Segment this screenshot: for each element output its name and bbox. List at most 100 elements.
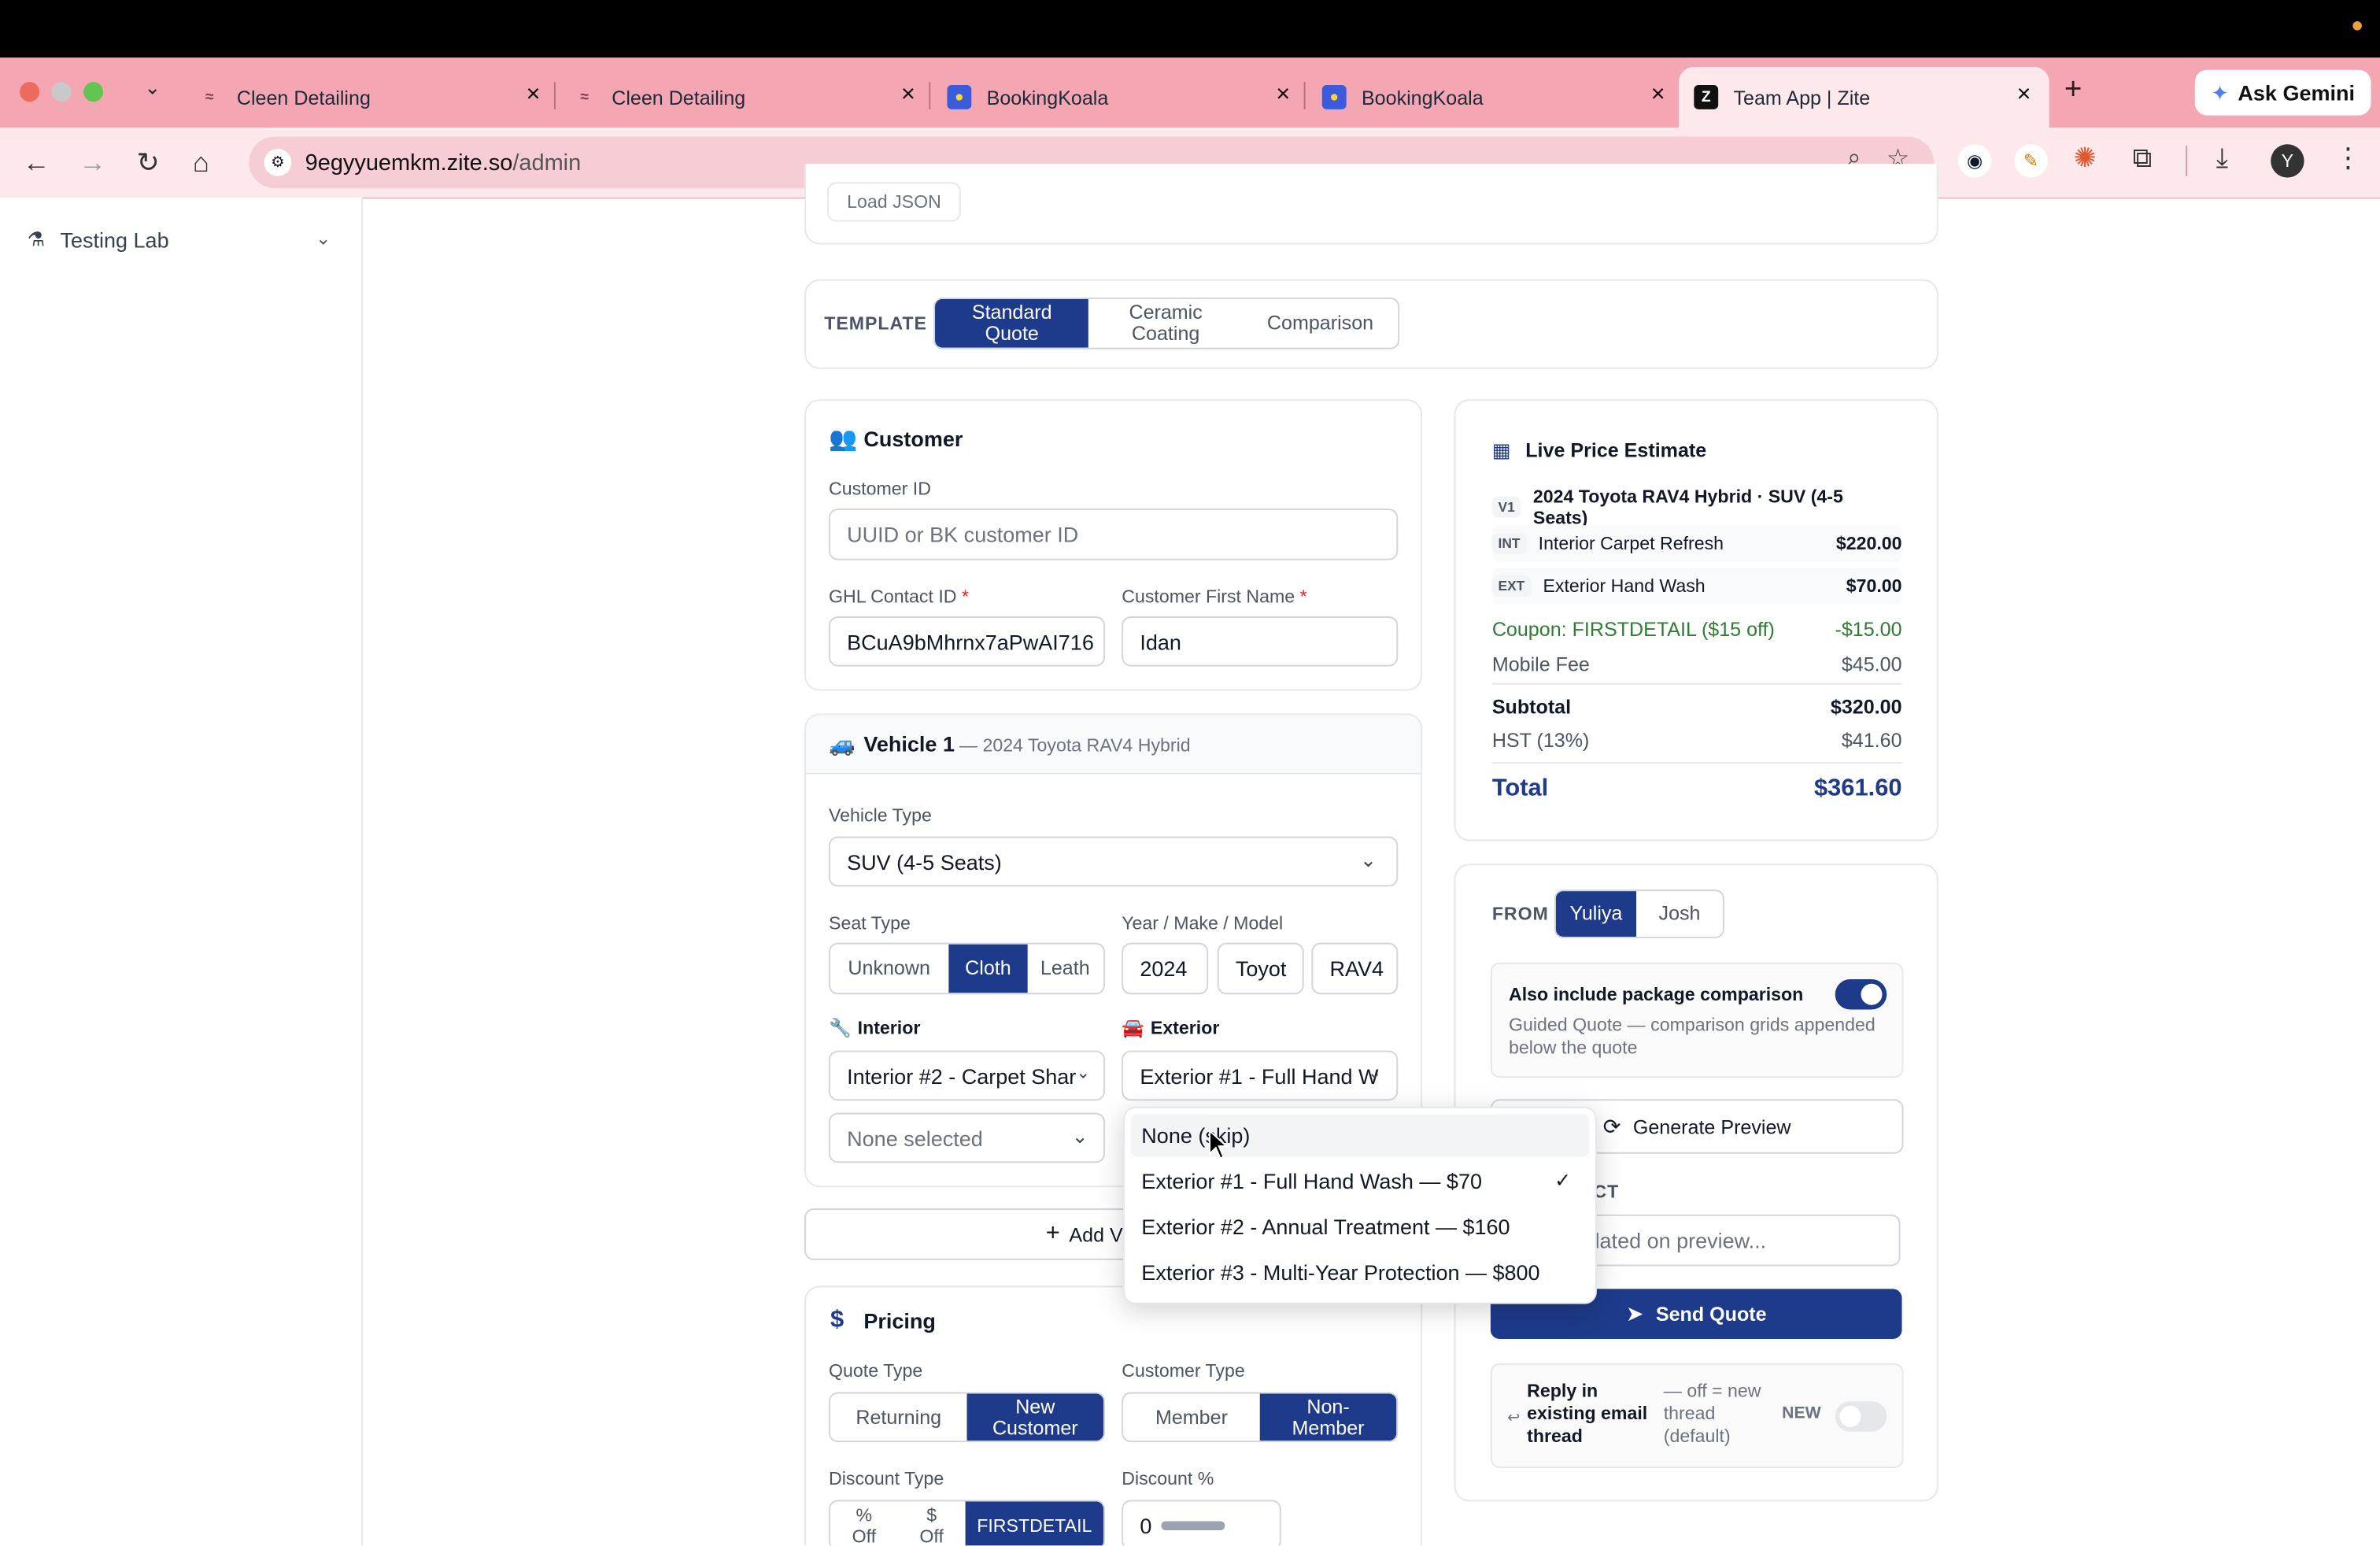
download-icon[interactable]: ⤓ [2216,142,2228,175]
forward-icon[interactable]: → [79,146,106,179]
tax-value: $41.60 [1841,728,1902,752]
option-label: None (skip) [1141,1123,1251,1148]
customer-type-selector: Member Non- Member [1122,1392,1399,1443]
subtotal-label: Subtotal [1491,695,1572,719]
site-info-icon[interactable]: ⚙ [264,149,292,176]
template-option-comparison[interactable]: Comparison [1243,299,1398,348]
comparison-description: Guided Quote — comparison grids appended… [1509,1014,1876,1059]
tax-row: HST (13%) $41.60 [1492,729,1902,752]
extension-pen-icon[interactable]: ✎ [2014,144,2048,178]
cleen-favicon-icon: ≈ [197,85,222,109]
browser-tab-4[interactable]: ● BookingKoala × [1321,67,1665,128]
seat-option-unknown[interactable]: Unknown [830,945,948,993]
discount-type-selector: % Off $ Off FIRSTDETAIL [829,1500,1106,1546]
toggle-knob [1861,983,1883,1005]
estimate-line-item: INT Interior Carpet Refresh $220.00 [1491,525,1902,562]
url-host: 9egyyuemkm.zite.so [305,149,513,176]
new-tab-icon[interactable]: + [2064,73,2082,108]
browser-tab-3[interactable]: ● BookingKoala × [947,67,1290,128]
discount-type-dollar[interactable]: $ Off [898,1501,966,1545]
close-tab-icon[interactable]: × [1276,82,1290,109]
minimize-window-icon[interactable] [51,82,72,102]
browser-tab-1[interactable]: ≈ Cleen Detailing × [197,67,541,128]
exterior-option-none[interactable]: None (skip) [1130,1114,1590,1157]
line-item-price: $70.00 [1846,575,1902,597]
vehicle-subtitle: — 2024 Toyota RAV4 Hybrid [959,734,1191,756]
vehicle-type-select[interactable]: SUV (4-5 Seats) [829,836,1399,887]
quote-type-returning[interactable]: Returning [830,1393,967,1441]
users-icon: 👥 [829,426,858,453]
interior-addon-select[interactable]: None selected [829,1112,1106,1163]
year-input[interactable]: 2024 [1122,942,1209,995]
reload-icon[interactable]: ↻ [137,146,160,179]
quote-type-selector: Returning New Customer [829,1392,1106,1443]
check-icon: ✓ [1554,1169,1572,1192]
seat-option-cloth[interactable]: Cloth [948,944,1029,993]
profile-avatar[interactable]: Y [2271,144,2304,178]
interior-value: Interior #2 - Carpet Shar [847,1063,1077,1088]
comparison-toggle[interactable] [1835,978,1887,1010]
discount-percent-label: Discount % [1122,1467,1214,1489]
option-label: Exterior #1 - Full Hand Wash — $70 [1141,1169,1483,1193]
option-label: Exterior #3 - Multi-Year Protection — $8… [1141,1259,1540,1285]
first-name-input[interactable]: Idan [1122,616,1399,667]
discount-type-coupon[interactable]: FIRSTDETAIL [965,1501,1104,1546]
exterior-dropdown-menu: None (skip) Exterior #1 - Full Hand Wash… [1123,1106,1597,1304]
quote-type-new-customer[interactable]: New Customer [966,1393,1104,1441]
tab-search-chevron-icon[interactable]: ⌄ [144,76,161,100]
close-tab-icon[interactable]: × [527,82,541,109]
ask-gemini-label: Ask Gemini [2238,80,2355,105]
sidebar-item-testing-lab[interactable]: ⚗ Testing Lab ⌄ [28,227,331,252]
option-label: Exterior #2 - Annual Treatment — $160 [1141,1214,1510,1239]
close-tab-icon[interactable]: × [901,82,915,109]
extensions-puzzle-icon[interactable]: ⧉ [2133,142,2153,175]
ask-gemini-button[interactable]: ✦ Ask Gemini [2194,69,2371,116]
discount-type-percent[interactable]: % Off [830,1501,898,1545]
plus-icon: + [1045,1220,1060,1247]
extension-avatar-icon[interactable]: ◉ [1957,144,1992,178]
exterior-option-2[interactable]: Exterior #2 - Annual Treatment — $160 [1131,1205,1589,1248]
close-tab-icon[interactable]: × [1651,82,1665,109]
ghl-contact-input[interactable]: BCuA9bMhrnx7aPwAI716 [829,616,1106,667]
customer-id-input[interactable]: UUID or BK customer ID [829,509,1399,560]
browser-tab-2[interactable]: ≈ Cleen Detailing × [572,67,915,128]
add-vehicle-label: Add V [1069,1222,1123,1246]
reply-thread-box: ↩ Reply in existing email thread — off =… [1490,1363,1904,1468]
exterior-select[interactable]: Exterior #1 - Full Hand W [1122,1050,1399,1101]
template-selector: Standard Quote Ceramic Coating Compariso… [933,298,1400,350]
customer-title: Customer [863,426,963,451]
seat-option-leather[interactable]: Leath [1028,945,1103,993]
reply-thread-toggle[interactable] [1835,1401,1887,1432]
subtotal-value: $320.00 [1830,695,1902,719]
car-icon: 🚙 [829,731,856,756]
exterior-option-1[interactable]: Exterior #1 - Full Hand Wash — $70 ✓ [1131,1160,1589,1202]
browser-tab-strip: ⌄ ≈ Cleen Detailing × ≈ Cleen Detailing … [0,57,2380,128]
tab-title: BookingKoala [1361,85,1484,109]
browser-tab-5-active[interactable]: Z Team App | Zite × [1679,66,2049,128]
extension-claude-icon[interactable]: ✺ [2073,142,2096,175]
close-window-icon[interactable] [20,82,40,102]
vehicle-title: Vehicle 1 [863,731,955,756]
customer-type-non-member[interactable]: Non- Member [1259,1393,1397,1441]
interior-select[interactable]: Interior #2 - Carpet Shar [829,1050,1106,1101]
more-menu-icon[interactable]: ⋮ [2334,142,2362,175]
tab-title: BookingKoala [986,85,1109,109]
from-option-yuliya[interactable]: Yuliya [1555,891,1637,937]
load-json-button[interactable]: Load JSON [827,182,961,222]
back-icon[interactable]: ← [23,146,50,179]
first-name-label-text: Customer First Name [1122,586,1295,608]
from-option-josh[interactable]: Josh [1636,891,1723,937]
home-icon[interactable]: ⌂ [193,146,209,179]
template-option-ceramic[interactable]: Ceramic Coating [1088,299,1242,348]
customer-card: 👥 Customer Customer ID UUID or BK custom… [804,399,1423,691]
exterior-value: Exterior #1 - Full Hand W [1140,1063,1379,1088]
model-input[interactable]: RAV4 [1311,942,1399,995]
exterior-option-3[interactable]: Exterior #3 - Multi-Year Protection — $8… [1131,1251,1589,1293]
close-tab-icon[interactable]: × [2016,82,2031,109]
make-input[interactable]: Toyot [1217,942,1304,995]
discount-percent-input[interactable]: 0 [1122,1500,1281,1546]
template-card: TEMPLATE Standard Quote Ceramic Coating … [804,279,1938,369]
template-option-standard[interactable]: Standard Quote [935,298,1089,348]
customer-type-member[interactable]: Member [1123,1393,1260,1441]
maximize-window-icon[interactable] [83,82,104,102]
